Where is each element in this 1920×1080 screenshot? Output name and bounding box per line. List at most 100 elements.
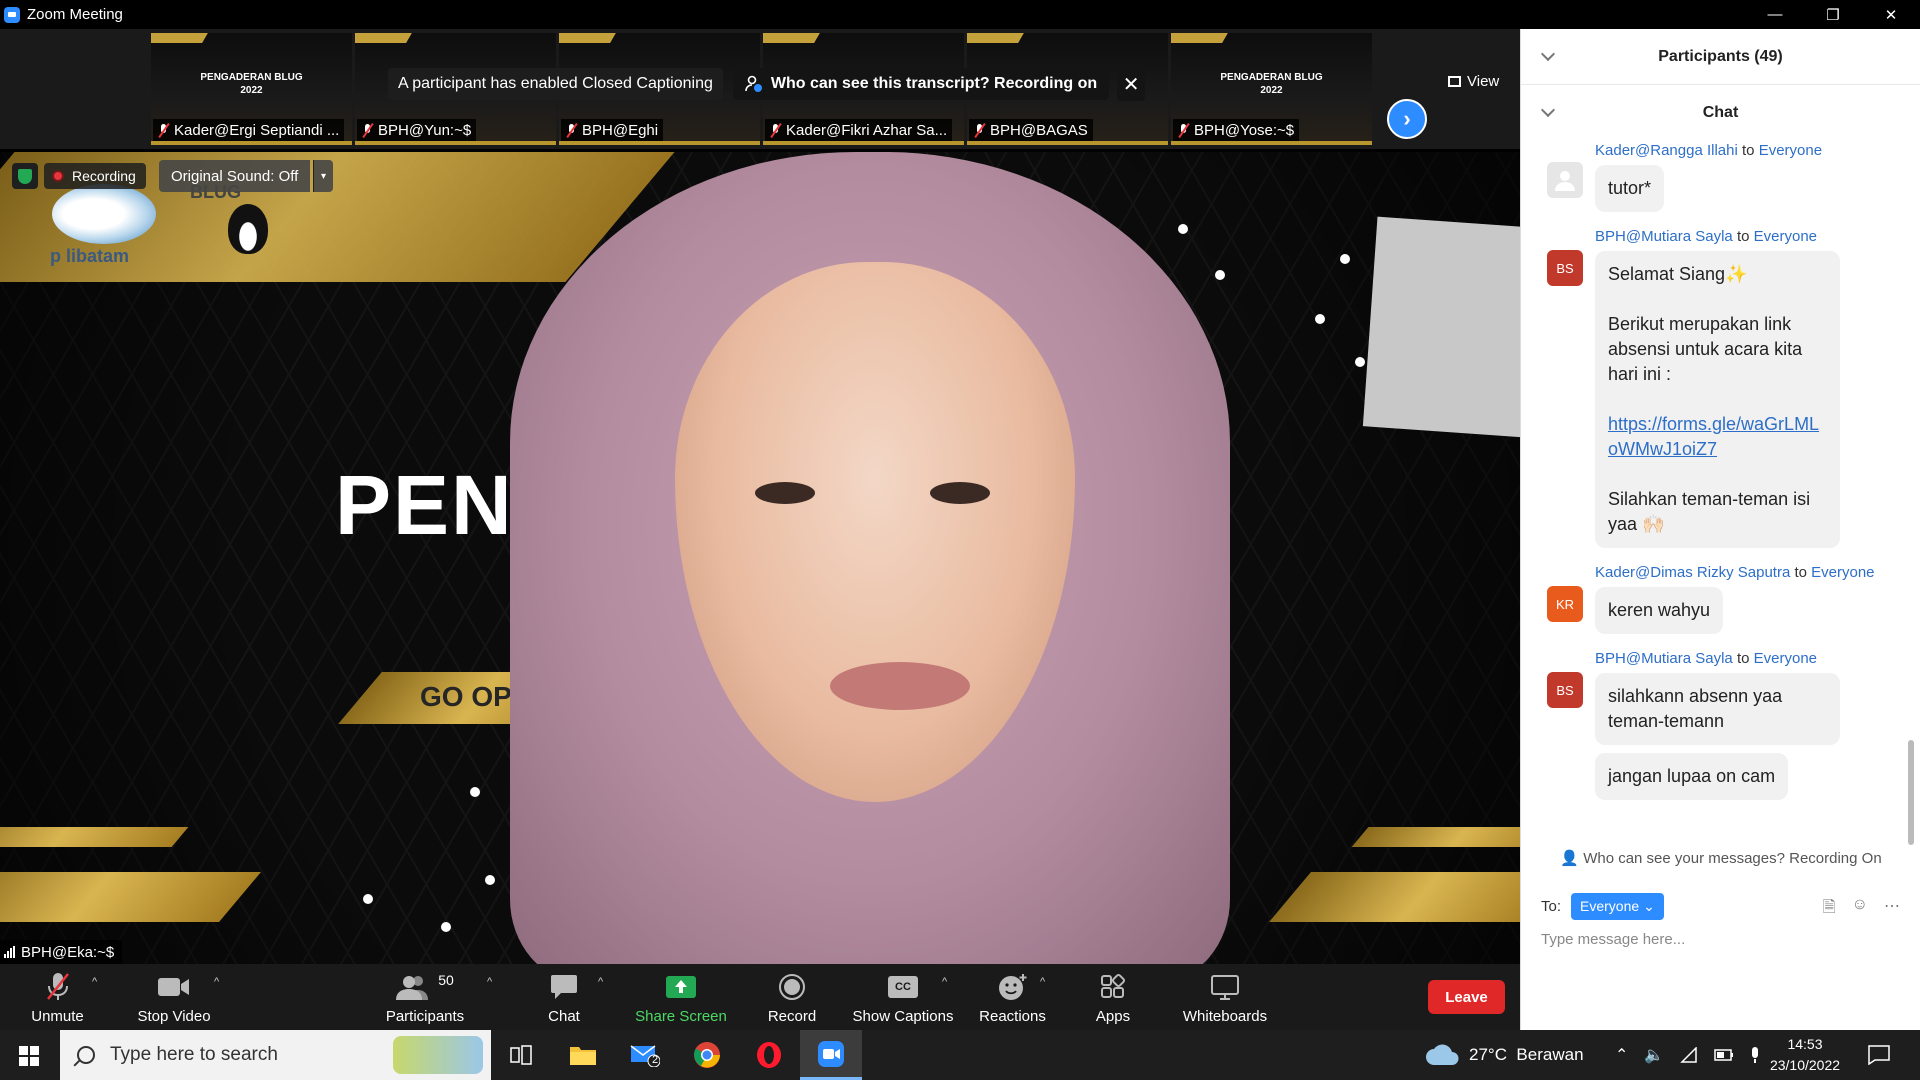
message-bubble[interactable]: tutor* [1595,165,1665,212]
minimize-button[interactable]: — [1746,0,1804,29]
apps-button[interactable]: Apps [1088,964,1138,1030]
whiteboards-button[interactable]: Whiteboards [1175,964,1275,1030]
mail-badge: 2 [652,1054,659,1066]
task-view-icon[interactable] [490,1030,552,1080]
close-banner-button[interactable]: ✕ [1117,67,1146,101]
transcript-visibility-link[interactable]: Who can see this transcript? Recording o… [732,68,1110,100]
mail-icon[interactable]: 2 [614,1030,676,1080]
absensi-link[interactable]: https://forms.gle/waGrLMLoWMwJ1oiZ7 [1608,412,1827,462]
emoji-icon[interactable]: ☺ [1852,896,1868,923]
security-shield-icon[interactable] [12,163,38,189]
transcript-notice: Who can see this transcript? Recording o… [770,75,1098,92]
sender-name[interactable]: BPH@Mutiara Sayla [1595,228,1733,245]
avatar: BS [1547,250,1583,286]
message-sender: BPH@Mutiara Sayla to Everyone [1595,228,1906,245]
chat-message-list[interactable]: Kader@Rangga Illahi to Everyone tutor* B… [1521,142,1906,839]
recipient-name[interactable]: Everyone [1811,564,1874,581]
wifi-icon[interactable] [1680,1047,1698,1063]
decor-dot [1315,314,1325,324]
recipient-name[interactable]: Everyone [1754,228,1817,245]
message-bubble[interactable]: Selamat Siang✨ Berikut merupakan link ab… [1595,251,1840,548]
to-word: to [1736,228,1750,245]
reactions-options-caret[interactable]: ^ [1040,976,1045,988]
file-icon[interactable]: 🗎 [1823,896,1836,923]
message-bubble[interactable]: jangan lupaa on cam [1595,753,1789,800]
participant-thumbnail[interactable]: PENGADERAN BLUG 2022 Kader@Ergi Septiand… [151,33,352,145]
weather-widget[interactable]: 27°C Berawan [1425,1030,1584,1080]
chat-options-caret[interactable]: ^ [598,976,603,988]
notification-icon[interactable] [1868,1030,1890,1080]
collapse-chevron-icon[interactable] [1540,102,1556,118]
share-screen-button[interactable]: Share Screen [630,964,732,1030]
recipient-dropdown[interactable]: Everyone ⌄ [1571,893,1664,920]
stop-video-button[interactable]: Stop Video [133,964,215,1030]
sender-name[interactable]: Kader@Dimas Rizky Saputra [1595,564,1790,581]
message-text: silahkann absenn yaa teman-temann [1608,686,1783,731]
unmute-button[interactable]: Unmute [20,964,95,1030]
decor-dot [363,894,373,904]
audio-options-caret[interactable]: ^ [92,976,97,988]
message-bubble[interactable]: silahkann absenn yaa teman-temann [1595,673,1840,745]
message-bubble[interactable]: keren wahyu [1595,587,1724,634]
avatar: BS [1547,672,1583,708]
view-button[interactable]: View [1448,70,1499,92]
opera-icon[interactable] [738,1030,800,1080]
chevron-up-icon[interactable]: ⌃ [1615,1045,1628,1065]
chat-privacy-notice[interactable]: 👤 Who can see your messages? Recording O… [1521,849,1920,867]
chat-button[interactable]: Chat [535,964,593,1030]
apps-icon [1101,973,1126,998]
file-explorer-icon[interactable] [552,1030,614,1080]
sender-name[interactable]: BPH@Mutiara Sayla [1595,650,1733,667]
participants-panel-header[interactable]: Participants (49) [1521,29,1920,85]
video-options-caret[interactable]: ^ [214,976,219,988]
captions-options-caret[interactable]: ^ [942,976,947,988]
chrome-icon[interactable] [676,1030,738,1080]
original-sound-button[interactable]: Original Sound: Off [159,160,311,192]
taskbar-search[interactable]: Type here to search [60,1030,491,1080]
taskbar-clock[interactable]: 14:53 23/10/2022 [1760,1034,1850,1076]
reactions-button[interactable]: Reactions [975,964,1050,1030]
battery-icon[interactable] [1714,1049,1734,1061]
penguin-logo [228,204,268,254]
grid-view-icon [1448,75,1461,87]
chat-message-input[interactable]: Type message here... [1541,931,1685,948]
view-label: View [1467,72,1500,90]
share-screen-label: Share Screen [635,1008,727,1025]
slide-gold-band [1269,872,1520,922]
participant-thumbnail[interactable]: PENGADERAN BLUG 2022 BPH@Yose:~$ [1171,33,1372,145]
clock-time: 14:53 [1787,1036,1823,1052]
show-captions-button[interactable]: CC Show Captions [850,964,956,1030]
sender-name[interactable]: Kader@Rangga Illahi [1595,142,1738,159]
stop-video-label: Stop Video [137,1008,211,1025]
closed-caption-icon: CC [888,976,918,998]
leave-button[interactable]: Leave [1428,980,1505,1014]
record-icon [779,974,805,1000]
next-page-button[interactable]: › [1387,99,1427,139]
gallery-strip: PENGADERAN BLUG 2022 Kader@Ergi Septiand… [0,29,1520,149]
recording-indicator[interactable]: Recording [44,163,146,189]
collapse-chevron-icon[interactable] [1540,46,1556,62]
record-button[interactable]: Record [760,964,824,1030]
zoom-taskbar-icon[interactable] [800,1030,862,1080]
participant-name: Kader@Fikri Azhar Sa... [786,121,948,139]
original-sound-dropdown[interactable]: ▾ [313,160,333,192]
participants-options-caret[interactable]: ^ [487,976,492,988]
speaker-icon[interactable]: 🔈 [1644,1045,1664,1065]
chat-scrollbar[interactable] [1908,740,1914,845]
thumbnail-slide-text: PENGADERAN BLUG 2022 [200,72,303,96]
show-captions-label: Show Captions [852,1008,954,1025]
recipient-name[interactable]: Everyone [1754,650,1817,667]
more-icon[interactable]: ⋯ [1884,896,1900,923]
microphone-icon[interactable] [1750,1047,1760,1063]
chat-panel-header[interactable]: Chat [1521,85,1920,141]
participants-button[interactable]: 50 Participants [380,964,470,1030]
windows-start-icon[interactable] [19,1046,39,1066]
message-text: tutor* [1608,178,1652,198]
whiteboard-icon [1211,975,1239,1000]
chat-header: Chat [1702,104,1739,121]
participant-name: BPH@BAGAS [990,121,1088,139]
recipient-name[interactable]: Everyone [1759,142,1822,159]
restore-button[interactable]: ❐ [1804,0,1862,29]
search-placeholder: Type here to search [110,1044,278,1065]
close-window-button[interactable]: ✕ [1862,0,1920,29]
